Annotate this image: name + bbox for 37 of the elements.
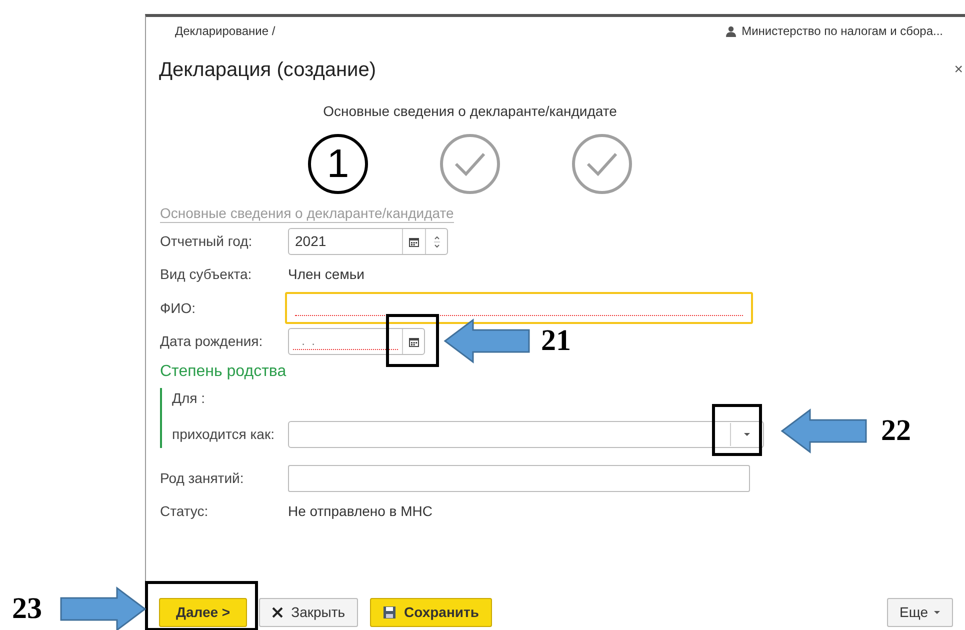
- close-button[interactable]: ×: [954, 58, 963, 82]
- field-label: Для :: [172, 389, 206, 408]
- caret-icon: [744, 432, 750, 436]
- field-label: Отчетный год:: [160, 232, 254, 251]
- callout-frame: [712, 404, 762, 456]
- field-label: Статус:: [160, 502, 210, 521]
- close-form-button[interactable]: Закрыть: [259, 598, 358, 627]
- year-field[interactable]: 2021: [288, 228, 448, 255]
- window-title: Декларация (создание): [159, 58, 376, 83]
- close-icon: [272, 607, 284, 618]
- callout-arrow-icon: [443, 318, 531, 364]
- next-button[interactable]: Далее >: [159, 598, 248, 627]
- field-label: ФИО:: [160, 298, 196, 318]
- callout-arrow-icon: [59, 586, 147, 630]
- calendar-icon: [408, 236, 419, 246]
- spin-arrows-icon: [434, 234, 440, 248]
- text-field[interactable]: [285, 292, 753, 324]
- more-button[interactable]: Еще: [886, 598, 953, 627]
- text-field[interactable]: [288, 465, 750, 492]
- field-label: приходится как:: [172, 425, 276, 444]
- field-label: Дата рождения:: [160, 332, 264, 351]
- save-button[interactable]: Сохранить: [370, 598, 492, 627]
- callout-number: 23: [12, 594, 42, 624]
- field-value: Член семьи: [288, 265, 364, 284]
- user-name[interactable]: Министерство по налогам и сбора...: [742, 22, 943, 40]
- field-label: Вид субъекта:: [160, 265, 253, 284]
- step-number[interactable]: 1: [308, 134, 368, 194]
- callout-number: 22: [881, 416, 911, 446]
- caret-icon: [934, 610, 940, 614]
- step-title: Основные сведения о декларанте/кандидате: [323, 102, 617, 121]
- field-value: Не отправлено в МНС: [288, 502, 433, 521]
- callout-arrow-icon: [780, 408, 868, 454]
- user-icon: [726, 26, 736, 36]
- field-label: Род занятий:: [160, 469, 245, 488]
- section-heading: Степень родства: [160, 362, 288, 382]
- callout-number: 21: [541, 326, 571, 356]
- breadcrumb[interactable]: Декларирование /: [175, 22, 276, 40]
